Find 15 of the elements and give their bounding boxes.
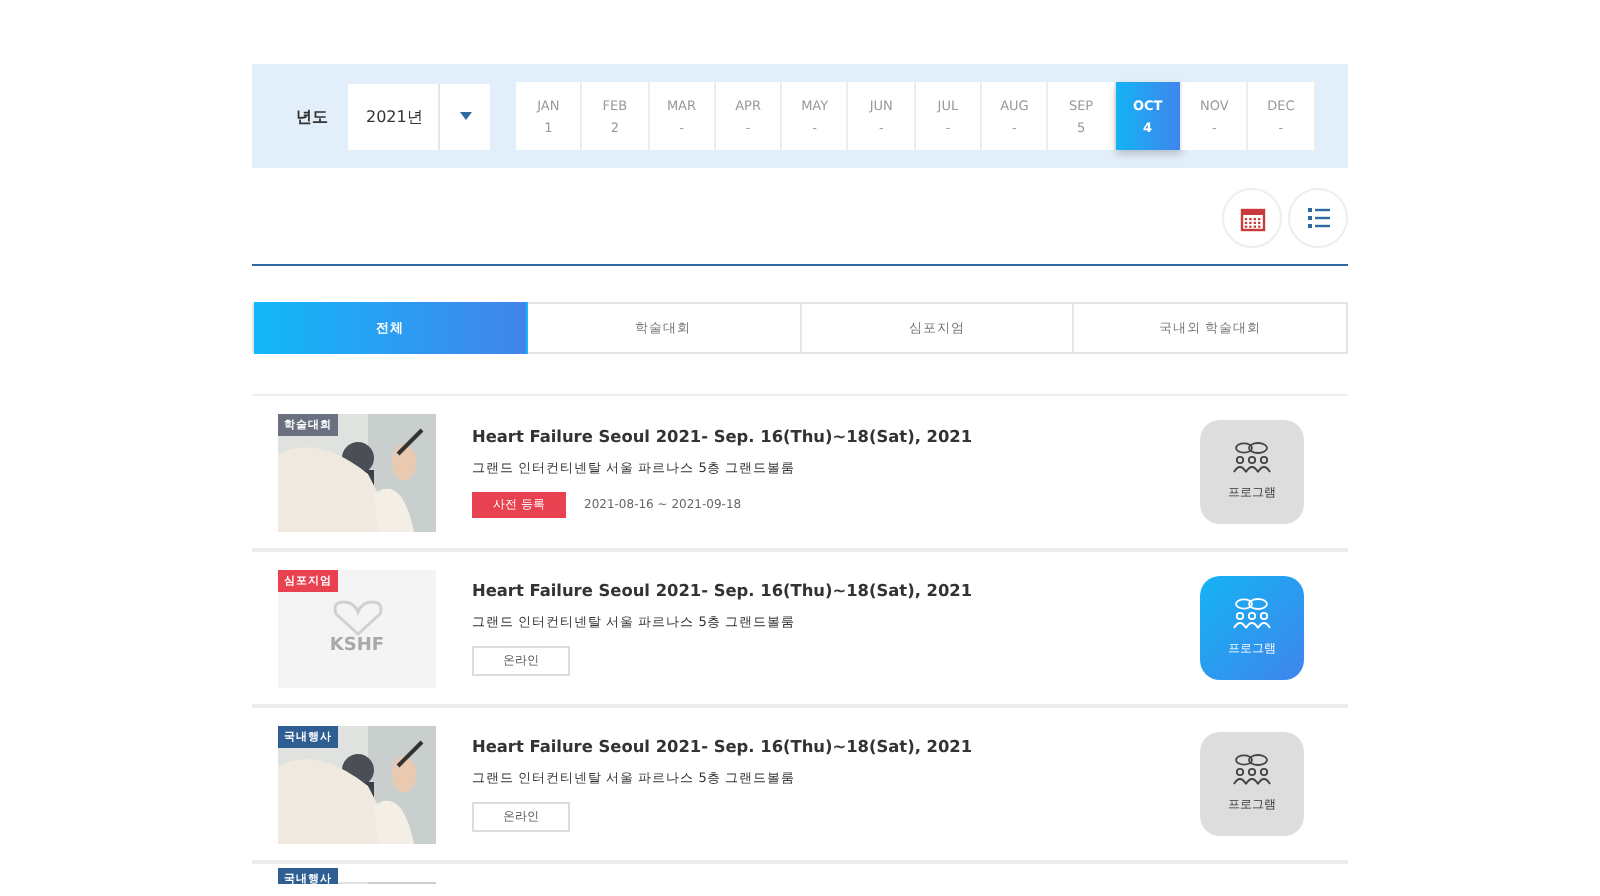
year-select[interactable]: 2021년: [348, 83, 490, 149]
event-title[interactable]: Heart Failure Seoul 2021- Sep. 16(Thu)~18(Sat), 2021: [472, 736, 1164, 756]
calendar-icon: [1239, 205, 1265, 231]
calendar-view-button[interactable]: [1222, 188, 1282, 248]
caret-icon: [459, 112, 471, 120]
list-view-button[interactable]: [1288, 188, 1348, 248]
people-icon: [1232, 754, 1272, 786]
people-icon: [1232, 598, 1272, 630]
event-title[interactable]: Heart Failure Seoul 2021- Sep. 16(Thu)~18(Sat), 2021: [472, 580, 1164, 600]
logo-text: KSHF: [329, 636, 385, 656]
year-label: 년도: [296, 105, 328, 127]
list-icon: [1307, 208, 1329, 228]
event-title[interactable]: Heart Failure Seoul 2021- Sep. 16(Thu)~18(Sat), 2021: [472, 426, 1164, 446]
people-icon: [1232, 442, 1272, 474]
heart-icon: [331, 600, 383, 636]
